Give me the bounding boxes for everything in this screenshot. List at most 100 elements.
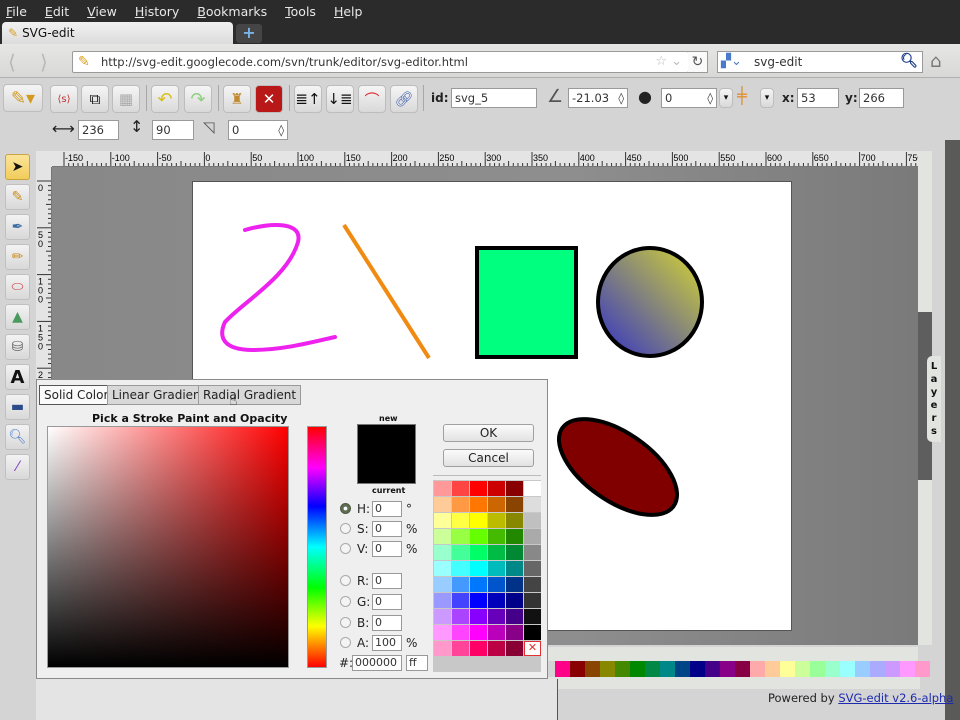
color-swatch[interactable] — [434, 481, 451, 496]
color-swatch[interactable] — [506, 545, 523, 560]
color-swatch[interactable] — [452, 609, 469, 624]
radio-a[interactable] — [340, 637, 351, 648]
ok-button[interactable]: OK — [443, 424, 534, 442]
menu-file[interactable]: File — [6, 4, 27, 19]
color-swatch[interactable] — [488, 593, 505, 608]
menu-tools[interactable]: Tools — [285, 4, 316, 19]
image-tool[interactable]: ▬ — [5, 394, 30, 420]
width-input[interactable]: 236 — [78, 120, 119, 140]
palette-swatch[interactable] — [780, 661, 795, 677]
blur-dropdown[interactable]: ▾ — [719, 88, 733, 108]
field-input-v[interactable]: 0 — [372, 541, 402, 557]
color-swatch[interactable] — [470, 481, 487, 496]
clone-button[interactable]: ♜ — [223, 85, 251, 113]
color-swatch[interactable] — [524, 513, 541, 528]
polygon-tool[interactable]: ▲ — [5, 304, 30, 330]
radio-g[interactable] — [340, 596, 351, 607]
home-icon[interactable]: ⌂ — [930, 51, 941, 72]
y-input[interactable]: 266 — [859, 88, 904, 108]
blur-input[interactable]: 0 ◊ — [661, 88, 717, 108]
color-swatch[interactable] — [434, 561, 451, 576]
palette-swatch[interactable] — [765, 661, 780, 677]
color-swatch[interactable] — [524, 481, 541, 496]
color-swatch[interactable] — [470, 513, 487, 528]
palette-swatch[interactable] — [645, 661, 660, 677]
color-swatch[interactable] — [434, 513, 451, 528]
saturation-value-field[interactable] — [47, 426, 289, 668]
freehand-tool[interactable]: ✎ — [5, 184, 30, 210]
color-swatch[interactable] — [452, 577, 469, 592]
tab-solid-color[interactable]: Solid Color — [39, 385, 114, 405]
color-swatch[interactable] — [506, 513, 523, 528]
green-rectangle[interactable] — [475, 246, 578, 359]
x-input[interactable]: 53 — [797, 88, 839, 108]
color-swatch[interactable] — [506, 497, 523, 512]
spinner-icon[interactable]: ◊ — [707, 89, 713, 107]
orange-line[interactable] — [342, 223, 431, 360]
ellipse-tool[interactable]: ⬭ — [5, 274, 30, 300]
radio-b[interactable] — [340, 617, 351, 628]
radio-r[interactable] — [340, 575, 351, 586]
palette-swatch[interactable] — [840, 661, 855, 677]
color-swatch[interactable] — [524, 545, 541, 560]
gradient-circle[interactable] — [596, 246, 704, 358]
color-swatch[interactable] — [434, 609, 451, 624]
shapelib-tool[interactable]: ⛁ — [5, 334, 30, 360]
color-swatch[interactable] — [434, 577, 451, 592]
redo-button[interactable]: ↷ — [184, 85, 212, 113]
spinner-icon[interactable]: ◊ — [618, 89, 624, 107]
svg-edit-link[interactable]: SVG-edit v2.6-alpha — [838, 691, 953, 705]
color-swatch[interactable] — [488, 545, 505, 560]
alpha-hex-input[interactable]: ff — [406, 655, 428, 671]
palette-swatch[interactable] — [720, 661, 735, 677]
palette-swatch[interactable] — [600, 661, 615, 677]
color-swatch[interactable] — [524, 529, 541, 544]
google-engine-icon[interactable]: ▞⌄ — [721, 54, 742, 69]
line-tool[interactable]: ✏ — [5, 244, 30, 270]
palette-swatch[interactable] — [570, 661, 585, 677]
tab-linear-gradient[interactable]: Linear Gradient — [107, 385, 211, 405]
color-swatch[interactable] — [488, 481, 505, 496]
color-swatch[interactable] — [434, 497, 451, 512]
height-input[interactable]: 90 — [152, 120, 194, 140]
main-menu-button[interactable]: ✎▾ — [3, 84, 43, 112]
link-button[interactable]: 🔗︎ — [390, 85, 418, 113]
palette-swatch[interactable] — [750, 661, 765, 677]
color-swatch[interactable] — [452, 529, 469, 544]
color-swatch[interactable] — [488, 625, 505, 640]
grid-button[interactable]: ▦ — [112, 85, 140, 113]
color-swatch[interactable] — [506, 481, 523, 496]
color-swatch[interactable] — [452, 625, 469, 640]
color-swatch[interactable] — [488, 497, 505, 512]
color-swatch[interactable] — [434, 545, 451, 560]
magnifier-icon[interactable]: 🔍︎ — [900, 53, 918, 69]
color-swatch[interactable] — [524, 497, 541, 512]
hue-slider[interactable] — [307, 426, 327, 668]
color-swatch[interactable] — [434, 529, 451, 544]
convert-path-button[interactable]: ⌒ — [358, 85, 386, 113]
menu-edit[interactable]: Edit — [45, 4, 69, 19]
color-swatch[interactable] — [488, 529, 505, 544]
color-swatch[interactable] — [470, 625, 487, 640]
star-icon[interactable]: ☆ ⌄ — [655, 54, 682, 69]
palette-swatch[interactable] — [855, 661, 870, 677]
color-swatch[interactable] — [470, 561, 487, 576]
color-swatch[interactable] — [470, 529, 487, 544]
palette-swatch[interactable] — [900, 661, 915, 677]
color-swatch[interactable] — [524, 561, 541, 576]
color-swatch[interactable] — [488, 641, 505, 656]
color-swatch[interactable] — [434, 625, 451, 640]
color-swatch[interactable] — [524, 577, 541, 592]
palette-swatch[interactable] — [870, 661, 885, 677]
select-tool[interactable]: ➤ — [5, 154, 30, 180]
color-swatch[interactable] — [506, 641, 523, 656]
palette-swatch[interactable] — [555, 661, 570, 677]
tab-radial-gradient[interactable]: Radial Gradient — [198, 385, 302, 405]
field-input-b[interactable]: 0 — [372, 615, 402, 631]
color-swatch[interactable] — [452, 593, 469, 608]
palette-swatch[interactable] — [825, 661, 840, 677]
color-swatch[interactable] — [434, 593, 451, 608]
color-swatch[interactable] — [470, 641, 487, 656]
color-swatch[interactable] — [434, 641, 451, 656]
radio-h[interactable] — [340, 503, 351, 514]
